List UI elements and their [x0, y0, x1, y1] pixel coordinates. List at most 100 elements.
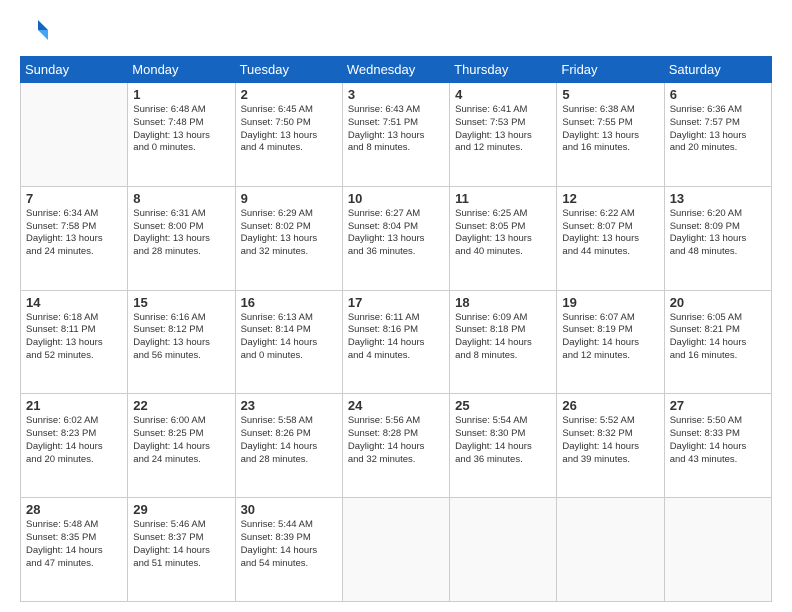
- day-number: 30: [241, 502, 337, 517]
- day-number: 21: [26, 398, 122, 413]
- day-number: 8: [133, 191, 229, 206]
- col-header-monday: Monday: [128, 57, 235, 83]
- cell-info: Sunrise: 6:45 AM Sunset: 7:50 PM Dayligh…: [241, 104, 337, 155]
- cell-info: Sunrise: 5:54 AM Sunset: 8:30 PM Dayligh…: [455, 415, 551, 466]
- cell-info: Sunrise: 6:13 AM Sunset: 8:14 PM Dayligh…: [241, 312, 337, 363]
- cell-5-7: [664, 498, 771, 602]
- col-header-saturday: Saturday: [664, 57, 771, 83]
- cell-info: Sunrise: 6:00 AM Sunset: 8:25 PM Dayligh…: [133, 415, 229, 466]
- cell-4-4: 24Sunrise: 5:56 AM Sunset: 8:28 PM Dayli…: [342, 394, 449, 498]
- col-header-thursday: Thursday: [450, 57, 557, 83]
- cell-info: Sunrise: 6:38 AM Sunset: 7:55 PM Dayligh…: [562, 104, 658, 155]
- day-number: 4: [455, 87, 551, 102]
- day-number: 1: [133, 87, 229, 102]
- cell-5-4: [342, 498, 449, 602]
- cell-info: Sunrise: 6:29 AM Sunset: 8:02 PM Dayligh…: [241, 208, 337, 259]
- cell-2-6: 12 Sunrise: 6:22 AM Sunset: 8:07 PM Dayli…: [557, 186, 664, 290]
- cell-info: Sunrise: 6:07 AM Sunset: 8:19 PM Dayligh…: [562, 312, 658, 363]
- day-number: 12: [562, 191, 658, 206]
- day-number: 23: [241, 398, 337, 413]
- cell-info: Sunrise: 5:58 AM Sunset: 8:26 PM Dayligh…: [241, 415, 337, 466]
- cell-info: Sunrise: 6:05 AM Sunset: 8:21 PM Dayligh…: [670, 312, 766, 363]
- cell-1-3: 2 Sunrise: 6:45 AM Sunset: 7:50 PM Daylig…: [235, 83, 342, 187]
- cell-5-3: 30 Sunrise: 5:44 AM Sunset: 8:39 PM Dayli…: [235, 498, 342, 602]
- cell-1-6: 5 Sunrise: 6:38 AM Sunset: 7:55 PM Daylig…: [557, 83, 664, 187]
- cell-3-7: 20 Sunrise: 6:05 AM Sunset: 8:21 PM Dayli…: [664, 290, 771, 394]
- day-number: 26: [562, 398, 658, 413]
- logo: [20, 16, 54, 46]
- cell-1-2: 1 Sunrise: 6:48 AM Sunset: 7:48 PM Daylig…: [128, 83, 235, 187]
- day-number: 19: [562, 295, 658, 310]
- cell-info: Sunrise: 5:48 AM Sunset: 8:35 PM Dayligh…: [26, 519, 122, 570]
- cell-4-5: 25 Sunrise: 5:54 AM Sunset: 8:30 PM Dayli…: [450, 394, 557, 498]
- cell-info: Sunrise: 6:34 AM Sunset: 7:58 PM Dayligh…: [26, 208, 122, 259]
- day-number: 20: [670, 295, 766, 310]
- cell-info: Sunrise: 6:25 AM Sunset: 8:05 PM Dayligh…: [455, 208, 551, 259]
- cell-3-4: 17Sunrise: 6:11 AM Sunset: 8:16 PM Dayli…: [342, 290, 449, 394]
- day-number: 3: [348, 87, 444, 102]
- cell-info: Sunrise: 6:16 AM Sunset: 8:12 PM Dayligh…: [133, 312, 229, 363]
- week-row-4: 21 Sunrise: 6:02 AM Sunset: 8:23 PM Dayli…: [21, 394, 772, 498]
- cell-4-2: 22 Sunrise: 6:00 AM Sunset: 8:25 PM Dayli…: [128, 394, 235, 498]
- cell-info: Sunrise: 6:48 AM Sunset: 7:48 PM Dayligh…: [133, 104, 229, 155]
- day-number: 14: [26, 295, 122, 310]
- cell-info: Sunrise: 6:09 AM Sunset: 8:18 PM Dayligh…: [455, 312, 551, 363]
- cell-info: Sunrise: 6:41 AM Sunset: 7:53 PM Dayligh…: [455, 104, 551, 155]
- cell-info: Sunrise: 6:18 AM Sunset: 8:11 PM Dayligh…: [26, 312, 122, 363]
- day-number: 6: [670, 87, 766, 102]
- cell-4-1: 21 Sunrise: 6:02 AM Sunset: 8:23 PM Dayli…: [21, 394, 128, 498]
- cell-info: Sunrise: 6:27 AM Sunset: 8:04 PM Dayligh…: [348, 208, 444, 259]
- cell-info: Sunrise: 6:22 AM Sunset: 8:07 PM Dayligh…: [562, 208, 658, 259]
- cell-3-3: 16 Sunrise: 6:13 AM Sunset: 8:14 PM Dayli…: [235, 290, 342, 394]
- day-number: 25: [455, 398, 551, 413]
- day-number: 24: [348, 398, 444, 413]
- day-number: 17: [348, 295, 444, 310]
- cell-2-3: 9 Sunrise: 6:29 AM Sunset: 8:02 PM Daylig…: [235, 186, 342, 290]
- day-number: 9: [241, 191, 337, 206]
- cell-info: Sunrise: 5:46 AM Sunset: 8:37 PM Dayligh…: [133, 519, 229, 570]
- day-number: 2: [241, 87, 337, 102]
- cell-1-5: 4 Sunrise: 6:41 AM Sunset: 7:53 PM Daylig…: [450, 83, 557, 187]
- cell-5-6: [557, 498, 664, 602]
- day-number: 18: [455, 295, 551, 310]
- cell-4-7: 27Sunrise: 5:50 AM Sunset: 8:33 PM Dayli…: [664, 394, 771, 498]
- day-number: 22: [133, 398, 229, 413]
- cell-3-5: 18 Sunrise: 6:09 AM Sunset: 8:18 PM Dayli…: [450, 290, 557, 394]
- day-number: 16: [241, 295, 337, 310]
- cell-info: Sunrise: 6:02 AM Sunset: 8:23 PM Dayligh…: [26, 415, 122, 466]
- cell-4-3: 23 Sunrise: 5:58 AM Sunset: 8:26 PM Dayli…: [235, 394, 342, 498]
- cell-1-4: 3 Sunrise: 6:43 AM Sunset: 7:51 PM Daylig…: [342, 83, 449, 187]
- day-number: 29: [133, 502, 229, 517]
- day-number: 27: [670, 398, 766, 413]
- cell-5-2: 29 Sunrise: 5:46 AM Sunset: 8:37 PM Dayli…: [128, 498, 235, 602]
- header: [20, 16, 772, 46]
- page: SundayMondayTuesdayWednesdayThursdayFrid…: [0, 0, 792, 612]
- logo-icon: [20, 16, 50, 46]
- cell-info: Sunrise: 6:31 AM Sunset: 8:00 PM Dayligh…: [133, 208, 229, 259]
- day-number: 5: [562, 87, 658, 102]
- week-row-5: 28 Sunrise: 5:48 AM Sunset: 8:35 PM Dayli…: [21, 498, 772, 602]
- cell-2-4: 10 Sunrise: 6:27 AM Sunset: 8:04 PM Dayli…: [342, 186, 449, 290]
- cell-5-1: 28 Sunrise: 5:48 AM Sunset: 8:35 PM Dayli…: [21, 498, 128, 602]
- cell-info: Sunrise: 5:44 AM Sunset: 8:39 PM Dayligh…: [241, 519, 337, 570]
- cell-3-6: 19 Sunrise: 6:07 AM Sunset: 8:19 PM Dayli…: [557, 290, 664, 394]
- cell-2-7: 13Sunrise: 6:20 AM Sunset: 8:09 PM Dayli…: [664, 186, 771, 290]
- cell-info: Sunrise: 6:43 AM Sunset: 7:51 PM Dayligh…: [348, 104, 444, 155]
- cell-1-7: 6 Sunrise: 6:36 AM Sunset: 7:57 PM Daylig…: [664, 83, 771, 187]
- day-number: 13: [670, 191, 766, 206]
- cell-info: Sunrise: 6:36 AM Sunset: 7:57 PM Dayligh…: [670, 104, 766, 155]
- day-number: 28: [26, 502, 122, 517]
- week-row-1: 1 Sunrise: 6:48 AM Sunset: 7:48 PM Daylig…: [21, 83, 772, 187]
- col-header-sunday: Sunday: [21, 57, 128, 83]
- day-number: 11: [455, 191, 551, 206]
- cell-3-2: 15 Sunrise: 6:16 AM Sunset: 8:12 PM Dayli…: [128, 290, 235, 394]
- cell-2-1: 7Sunrise: 6:34 AM Sunset: 7:58 PM Daylig…: [21, 186, 128, 290]
- col-header-tuesday: Tuesday: [235, 57, 342, 83]
- col-header-wednesday: Wednesday: [342, 57, 449, 83]
- day-number: 15: [133, 295, 229, 310]
- week-row-3: 14 Sunrise: 6:18 AM Sunset: 8:11 PM Dayli…: [21, 290, 772, 394]
- day-number: 10: [348, 191, 444, 206]
- calendar-table: SundayMondayTuesdayWednesdayThursdayFrid…: [20, 56, 772, 602]
- col-header-friday: Friday: [557, 57, 664, 83]
- cell-5-5: [450, 498, 557, 602]
